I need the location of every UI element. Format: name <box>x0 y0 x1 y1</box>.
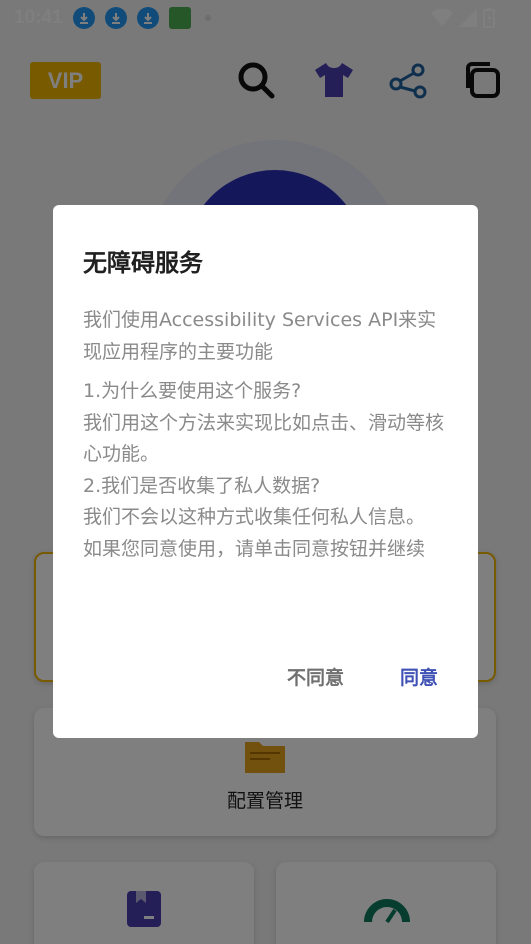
dialog-intro: 我们使用Accessibility Services API来实现应用程序的主要… <box>83 309 437 363</box>
dialog-actions: 不同意 同意 <box>287 663 438 690</box>
agree-button[interactable]: 同意 <box>400 663 438 690</box>
disagree-button[interactable]: 不同意 <box>287 663 344 690</box>
dialog-answer-1: 我们用这个方法来实现比如点击、滑动等核心功能。 <box>83 411 445 466</box>
dialog-answer-2: 我们不会以这种方式收集任何私人信息。 <box>83 506 426 528</box>
dialog-title: 无障碍服务 <box>83 249 203 277</box>
dialog-instruction: 如果您同意使用，请单击同意按钮并继续 <box>83 537 426 560</box>
dialog-question-1: 1.为什么要使用这个服务? <box>83 380 302 402</box>
dialog-question-2: 2.我们是否收集了私人数据? <box>83 474 321 497</box>
accessibility-dialog: 无障碍服务 我们使用Accessibility Services API来实现应… <box>53 205 478 738</box>
dialog-message: 我们使用Accessibility Services API来实现应用程序的主要… <box>83 305 448 565</box>
